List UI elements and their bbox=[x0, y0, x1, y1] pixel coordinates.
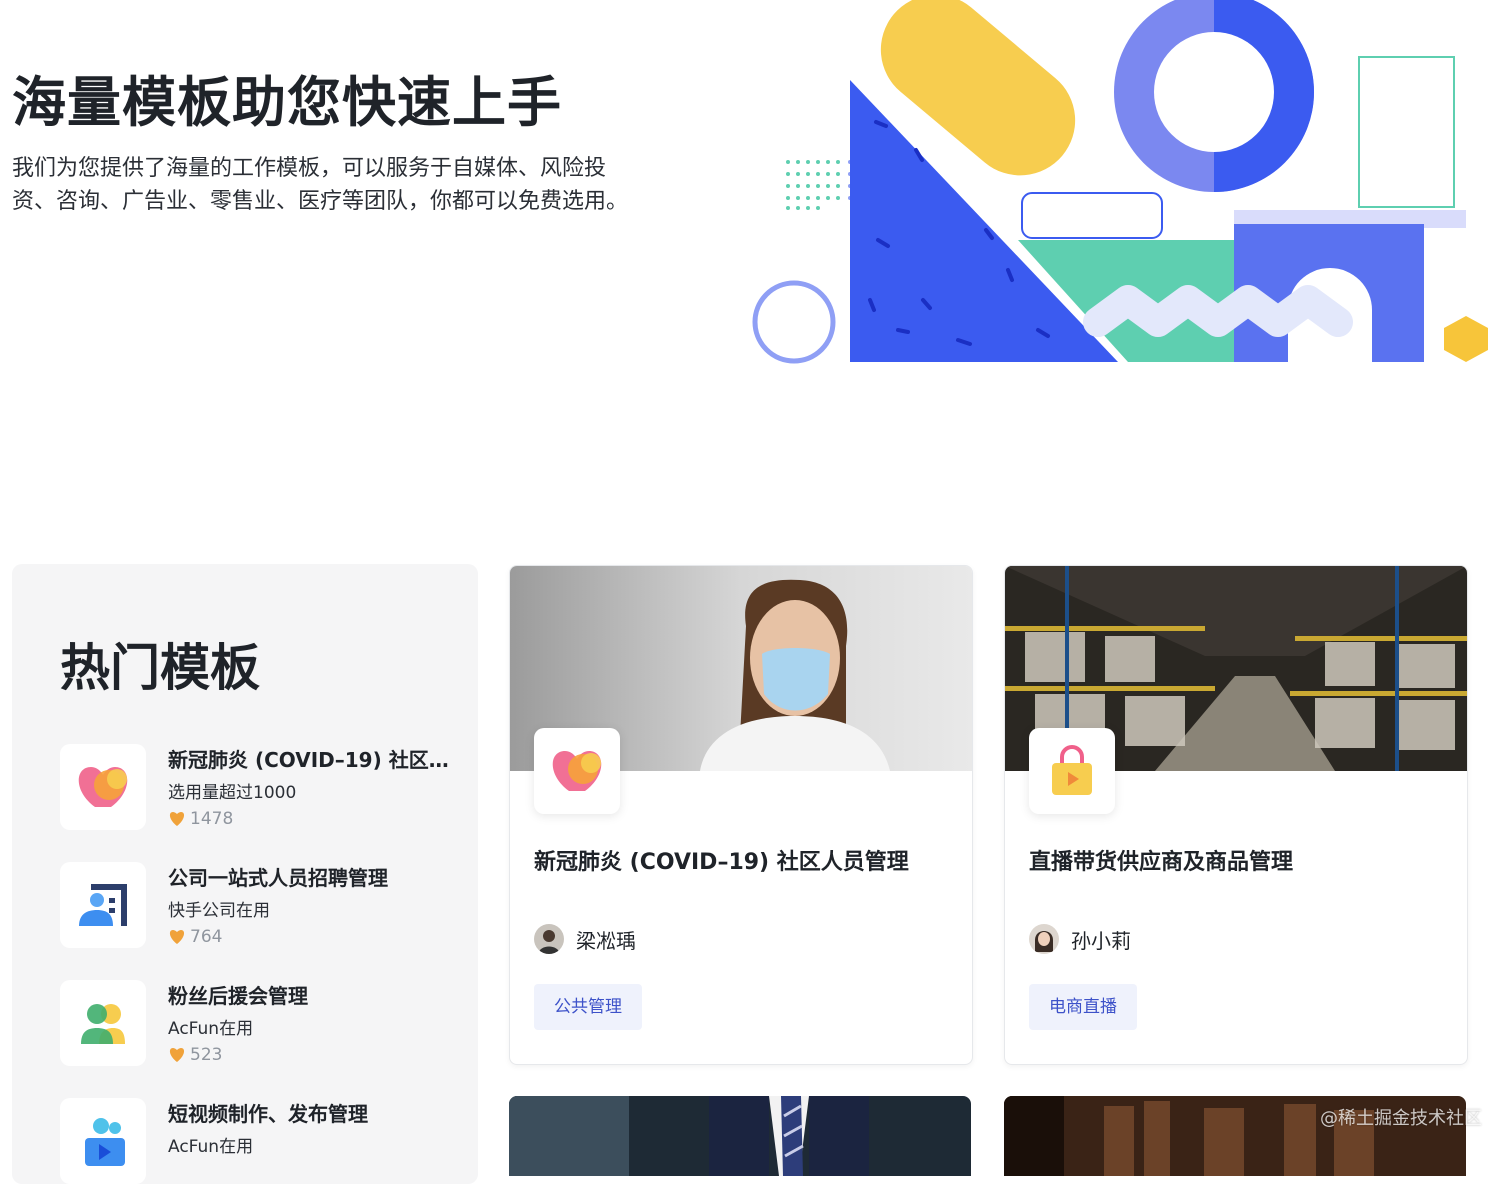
avatar bbox=[1029, 924, 1059, 954]
template-card-covid[interactable]: 新冠肺炎 (COVID–19) 社区人员管理 梁凇瑀 公共管理 bbox=[509, 565, 973, 1065]
hot-item-likes: 1478 bbox=[168, 809, 233, 829]
video-icon bbox=[60, 1098, 146, 1184]
author-name: 孙小莉 bbox=[1071, 928, 1131, 953]
hot-templates-title: 热门模板 bbox=[60, 639, 260, 697]
author-name: 梁凇瑀 bbox=[576, 928, 636, 953]
hot-item-likes: 523 bbox=[168, 1045, 222, 1065]
card-title: 新冠肺炎 (COVID–19) 社区人员管理 bbox=[534, 850, 909, 875]
card-title: 直播带货供应商及商品管理 bbox=[1029, 850, 1294, 875]
fans-group-icon bbox=[60, 980, 146, 1066]
hero-title: 海量模板助您快速上手 bbox=[12, 71, 562, 134]
heart-icon bbox=[169, 812, 185, 826]
hot-templates-panel: 热门模板 新冠肺炎 (COVID–19) 社区人员管理 选用量超过1000 14… bbox=[12, 564, 478, 1184]
hot-item-video[interactable]: 短视频制作、发布管理 AcFun在用 bbox=[60, 1098, 460, 1194]
recruit-icon bbox=[60, 862, 146, 948]
hot-item-name: 粉丝后援会管理 bbox=[168, 984, 308, 1008]
template-card-livestream[interactable]: 直播带货供应商及商品管理 孙小莉 电商直播 bbox=[1004, 565, 1468, 1065]
hot-item-fans[interactable]: 粉丝后援会管理 AcFun在用 523 bbox=[60, 980, 460, 1076]
heart-logo-icon bbox=[534, 728, 620, 814]
likes-count: 764 bbox=[190, 927, 223, 947]
hot-item-recruit[interactable]: 公司一站式人员招聘管理 快手公司在用 764 bbox=[60, 862, 460, 958]
hot-item-likes: 764 bbox=[168, 927, 222, 947]
likes-count: 523 bbox=[190, 1045, 223, 1065]
hot-item-usage: 快手公司在用 bbox=[168, 901, 270, 921]
shopping-bag-icon bbox=[1029, 728, 1115, 814]
hot-item-usage: AcFun在用 bbox=[168, 1137, 254, 1157]
category-tag[interactable]: 电商直播 bbox=[1029, 984, 1137, 1030]
hero-illustration bbox=[752, 0, 1488, 364]
avatar bbox=[534, 924, 564, 954]
heart-icon bbox=[169, 1048, 185, 1062]
watermark: @稀土掘金技术社区 bbox=[1320, 1108, 1482, 1129]
hero-description: 我们为您提供了海量的工作模板，可以服务于自媒体、风险投资、咨询、广告业、零售业、… bbox=[12, 156, 629, 214]
hot-item-usage: AcFun在用 bbox=[168, 1019, 254, 1039]
hot-item-name: 短视频制作、发布管理 bbox=[168, 1102, 368, 1126]
template-card-business-photo[interactable] bbox=[509, 1096, 971, 1176]
category-tag[interactable]: 公共管理 bbox=[534, 984, 642, 1030]
hot-item-covid[interactable]: 新冠肺炎 (COVID–19) 社区人员管理 选用量超过1000 1478 bbox=[60, 744, 460, 840]
hot-item-usage: 选用量超过1000 bbox=[168, 783, 297, 803]
hot-item-name: 公司一站式人员招聘管理 bbox=[168, 866, 388, 890]
card-author: 孙小莉 bbox=[1029, 924, 1131, 954]
heart-icon bbox=[169, 930, 185, 944]
heart-logo-icon bbox=[60, 744, 146, 830]
hot-item-name: 新冠肺炎 (COVID–19) 社区人员管理 bbox=[168, 748, 460, 772]
card-author: 梁凇瑀 bbox=[534, 924, 636, 954]
likes-count: 1478 bbox=[190, 809, 234, 829]
